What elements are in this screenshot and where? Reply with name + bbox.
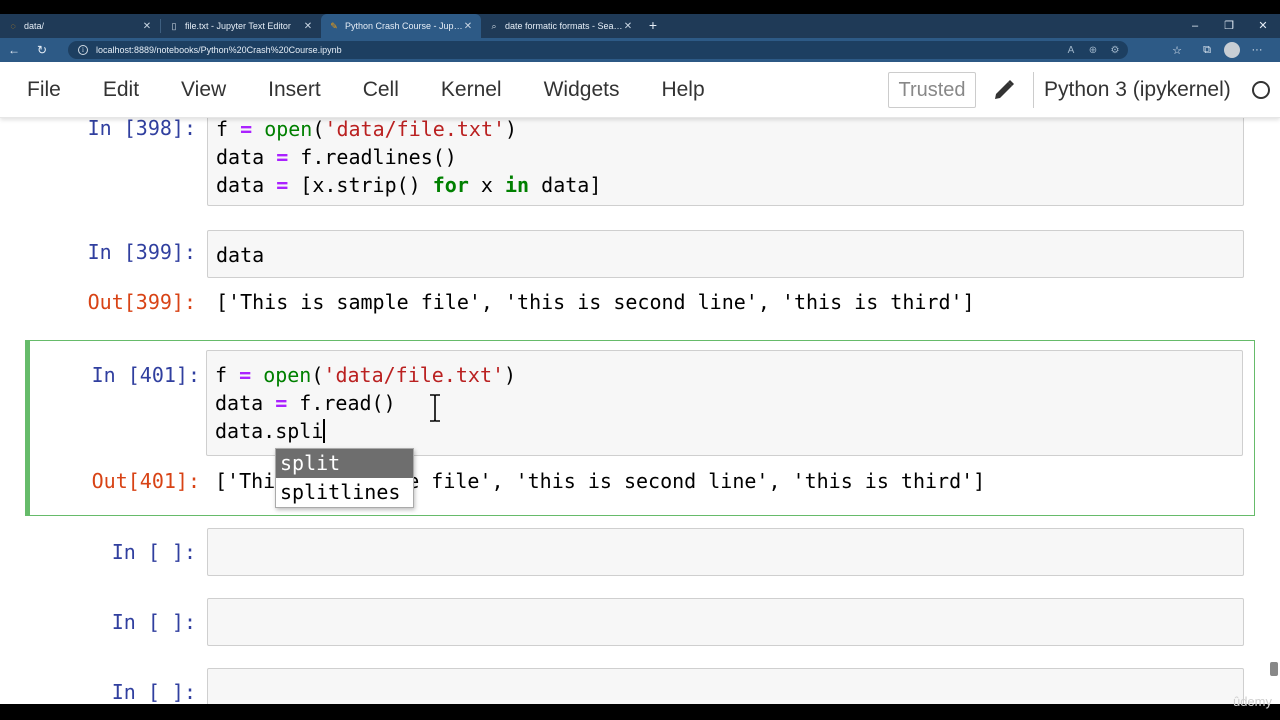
jupyter-icon: ◌ [10,21,16,31]
code-cell-empty[interactable]: In [ ]: [26,668,1256,704]
input-prompt: In [401]: [91,363,200,387]
ibeam-cursor-icon [430,394,440,422]
code-line: f = open('data/file.txt') [215,363,517,387]
input-prompt: In [ ]: [111,610,196,634]
restore-icon[interactable]: ❐ [1212,14,1246,38]
url-text: localhost:8889/notebooks/Python%20Crash%… [96,45,342,55]
kernel-separator [1033,72,1034,108]
collections-icon[interactable]: ⧉ [1194,44,1220,57]
letterbox-top [0,0,1280,14]
kernel-name[interactable]: Python 3 (ipykernel) [1044,78,1231,102]
menu-kernel[interactable]: Kernel [441,78,502,102]
tab-title: date formatic formats - Search [505,21,623,31]
cell-input[interactable]: data [207,230,1244,278]
cell-input[interactable]: f = open('data/file.txt') data = f.read(… [206,350,1243,456]
code-line: f = open('data/file.txt') [216,118,518,141]
info-icon[interactable]: i [78,45,88,55]
screen: ◌ data/ ✕ ▯ file.txt - Jupyter Text Edit… [0,0,1280,720]
close-icon[interactable]: ✕ [303,21,313,32]
browser-tab-active[interactable]: ✎ Python Crash Course - Jupyter N ✕ [321,14,481,38]
code-line: data [216,243,265,267]
browser-tab[interactable]: ◌ data/ ✕ [0,14,160,38]
menu-widgets[interactable]: Widgets [544,78,620,102]
menu-list: File Edit View Insert Cell Kernel Widget… [27,78,747,102]
close-icon[interactable]: ✕ [142,21,152,32]
favorite-icon[interactable]: ☆ [1164,44,1190,57]
tracking-icon[interactable]: ⚙ [1108,45,1122,56]
avatar[interactable] [1224,42,1240,58]
autocomplete-option[interactable]: splitlines [276,478,413,507]
menu-help[interactable]: Help [661,78,704,102]
autocomplete-dropdown[interactable]: split splitlines [275,448,414,508]
address-row: ← ↻ i localhost:8889/notebooks/Python%20… [0,38,1280,62]
browser-tab[interactable]: ⌕ date formatic formats - Search ✕ [481,14,641,38]
autocomplete-option-selected[interactable]: split [276,449,413,478]
close-icon[interactable]: ✕ [623,21,633,32]
code-cell-empty[interactable]: In [ ]: [26,528,1256,578]
more-icon[interactable]: ··· [1244,44,1270,56]
window-controls: – ❐ ✕ [1178,14,1280,38]
trusted-indicator[interactable]: Trusted [888,72,976,108]
code-cell-empty[interactable]: In [ ]: [26,598,1256,648]
code-line: data.spli [215,417,326,445]
browser-toolbar: ☆ ⧉ ··· [1164,38,1280,62]
code-cell[interactable]: In [399]: data Out[399]: ['This is sampl… [26,230,1256,320]
zoom-icon[interactable]: ⊕ [1086,45,1100,56]
input-prompt: In [398]: [87,118,196,140]
input-prompt: In [ ]: [111,680,196,704]
letterbox-bottom [0,704,1280,720]
output-suffix: e file', 'this is second line', 'this is… [407,469,986,493]
browser-tab-strip: ◌ data/ ✕ ▯ file.txt - Jupyter Text Edit… [0,14,1280,38]
menu-cell[interactable]: Cell [363,78,399,102]
typed-text: data.spli [215,419,324,443]
output-prefix: ['Thi [215,469,276,493]
code-cell[interactable]: In [398]: f = open('data/file.txt') data… [26,118,1256,212]
text-cursor [323,419,326,443]
close-window-icon[interactable]: ✕ [1246,14,1280,38]
back-icon[interactable]: ← [0,38,28,62]
kernel-idle-icon [1252,81,1270,99]
output-prompt: Out[399]: [87,290,196,314]
new-tab-button[interactable]: + [641,14,665,38]
scrollbar[interactable] [1270,662,1278,676]
code-line: data = [x.strip() for x in data] [216,173,602,197]
refresh-icon[interactable]: ↻ [28,38,56,62]
cell-input[interactable]: f = open('data/file.txt') data = f.readl… [207,118,1244,206]
menu-file[interactable]: File [27,78,61,102]
watermark: ûdemy [1232,694,1272,709]
jupyter-icon: ✎ [330,21,338,31]
input-prompt: In [399]: [87,240,196,264]
output-prompt: Out[401]: [91,469,200,493]
cell-output: ['This is sample file', 'this is second … [216,290,975,314]
cell-input[interactable] [207,598,1244,646]
tab-title: data/ [24,21,45,31]
search-icon: ⌕ [491,21,497,31]
cell-input[interactable] [207,528,1244,576]
code-cell-selected[interactable]: In [401]: f = open('data/file.txt') data… [25,340,1255,516]
close-icon[interactable]: ✕ [463,21,473,32]
menu-insert[interactable]: Insert [268,78,321,102]
address-bar[interactable]: i localhost:8889/notebooks/Python%20Cras… [68,41,1128,59]
address-bar-actions: A ⊕ ⚙ [1064,41,1122,59]
jupyter-menubar: File Edit View Insert Cell Kernel Widget… [0,62,1280,118]
notebook-container: In [398]: f = open('data/file.txt') data… [0,118,1280,704]
tab-title: file.txt - Jupyter Text Editor [185,21,291,31]
minimize-icon[interactable]: – [1178,14,1212,38]
browser-tab[interactable]: ▯ file.txt - Jupyter Text Editor ✕ [161,14,321,38]
code-line: data = f.read() [215,391,396,415]
cell-input[interactable] [207,668,1244,704]
read-aloud-icon[interactable]: A [1064,45,1078,56]
input-prompt: In [ ]: [111,540,196,564]
menu-edit[interactable]: Edit [103,78,139,102]
tab-title: Python Crash Course - Jupyter N [345,21,463,31]
menu-view[interactable]: View [181,78,226,102]
code-line: data = f.readlines() [216,145,457,169]
edit-mode-icon [995,80,1014,99]
page-icon: ▯ [171,21,177,31]
